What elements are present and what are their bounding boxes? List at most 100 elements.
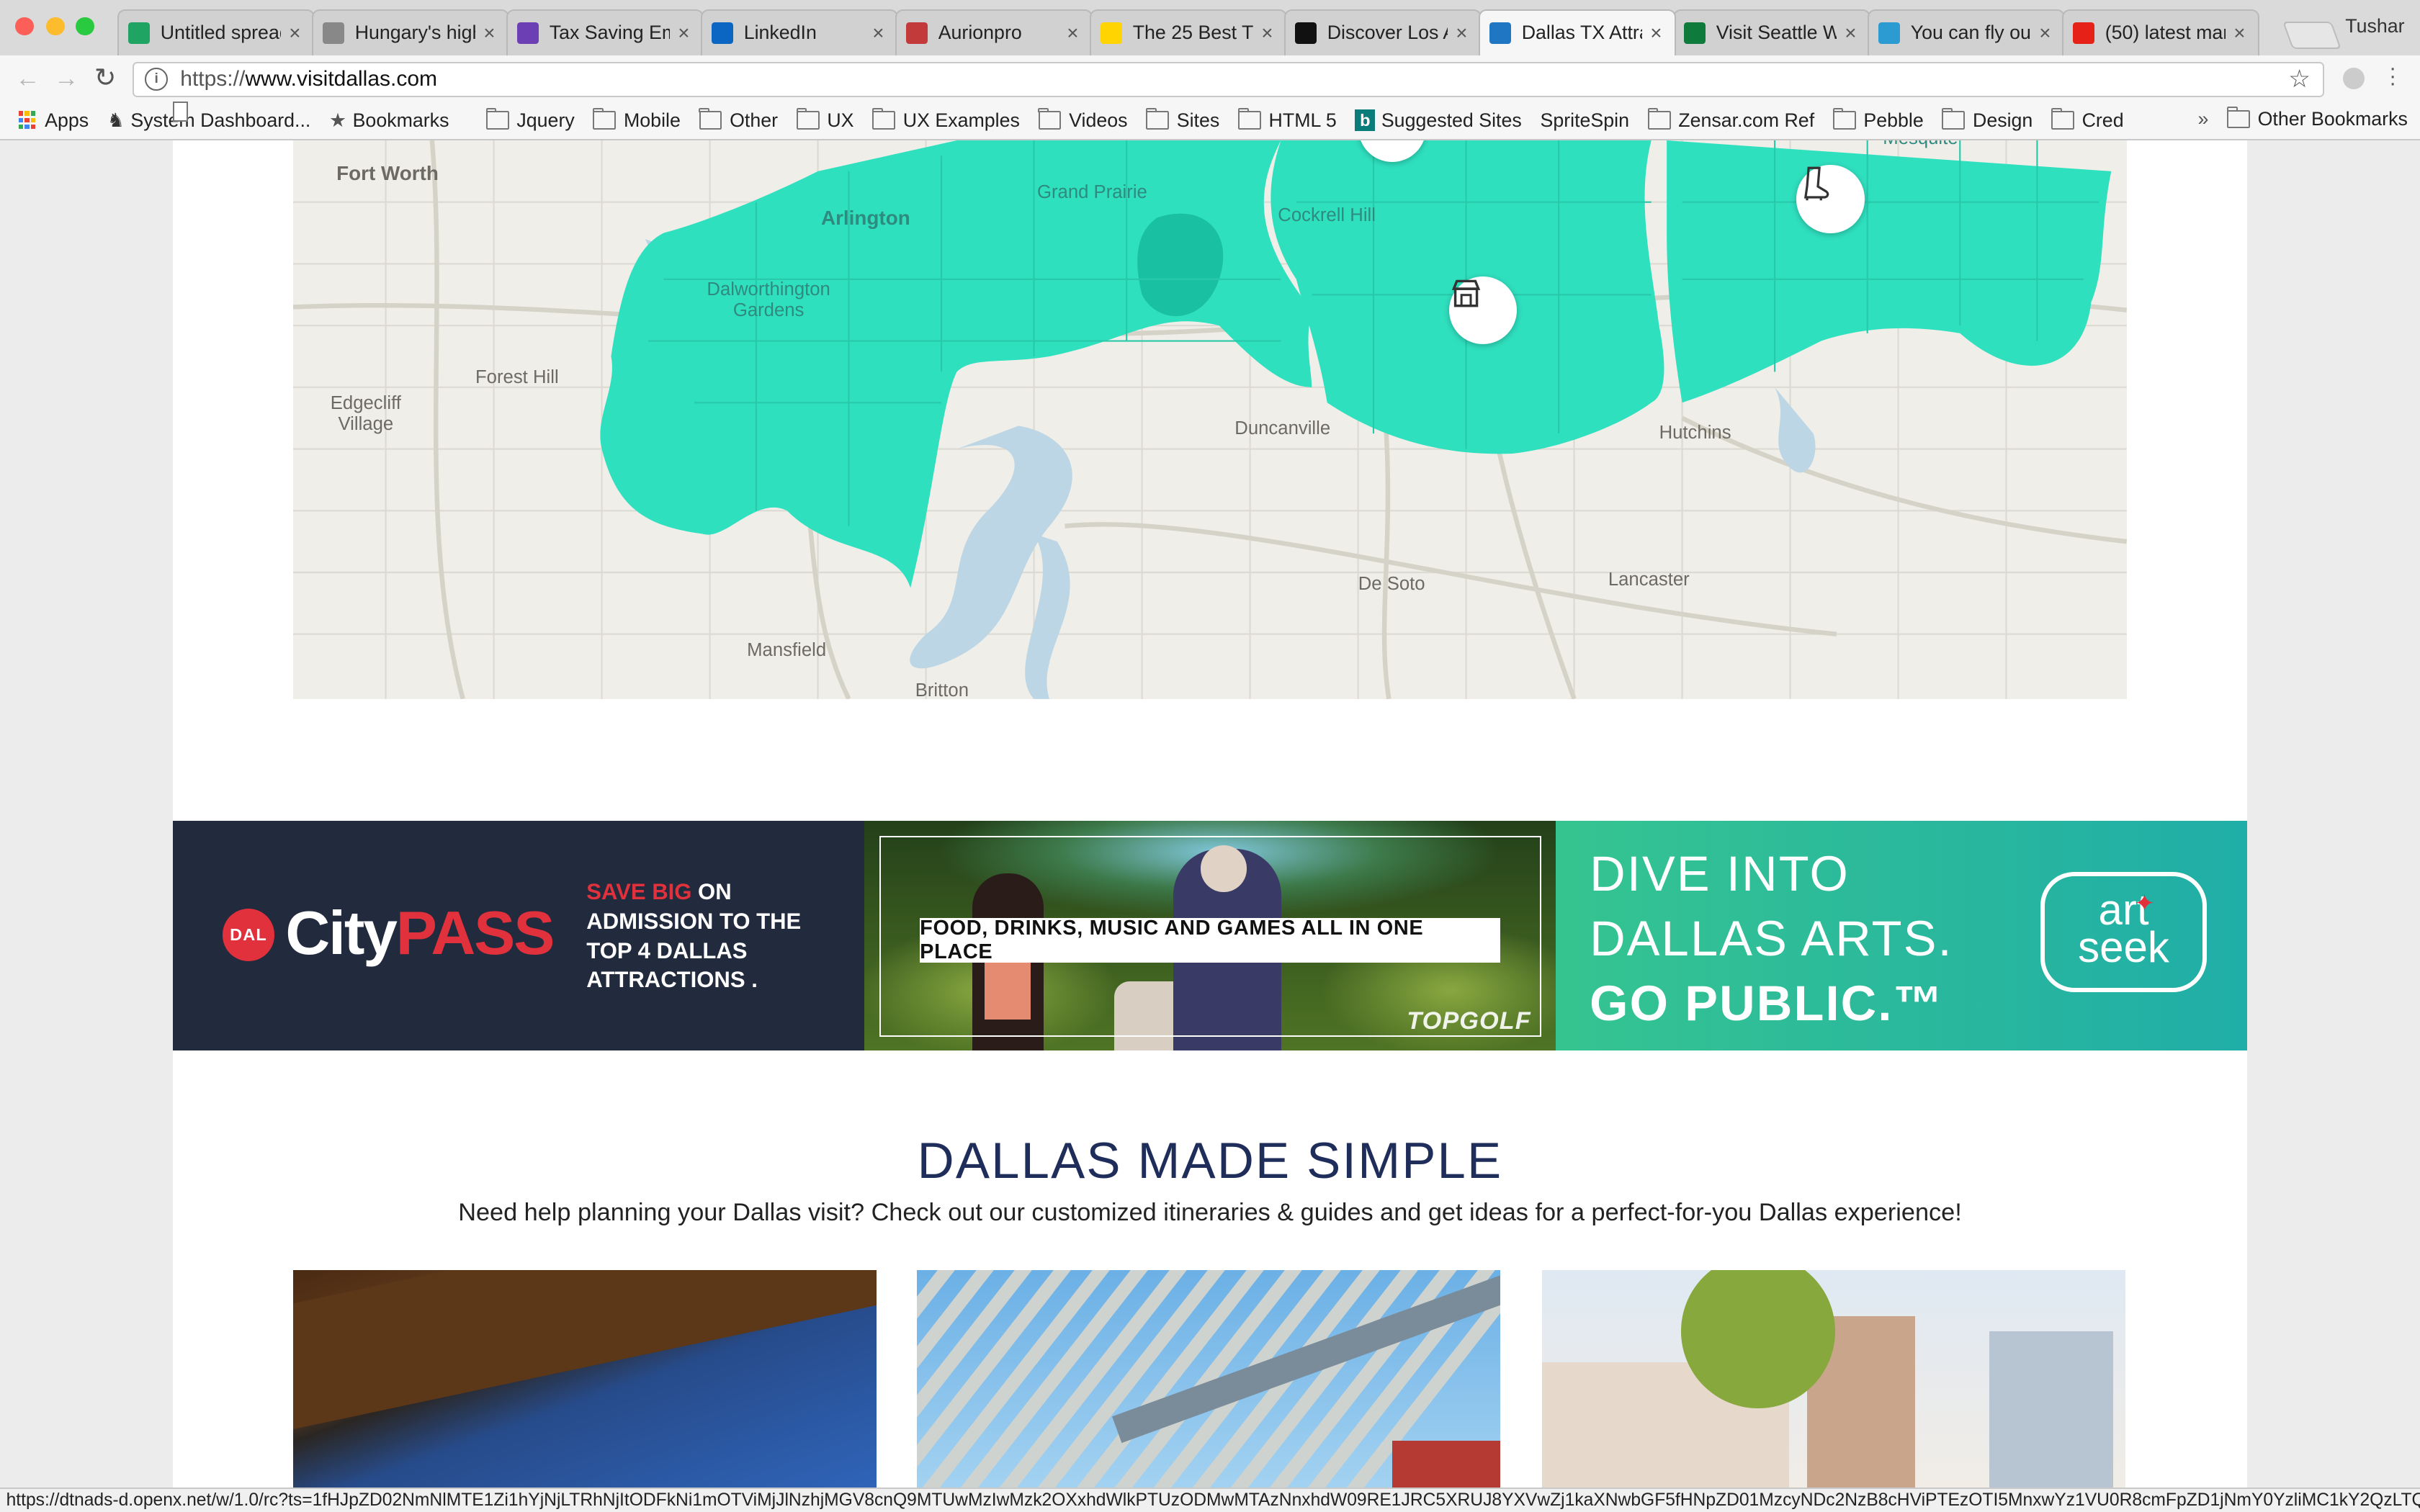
- bookmark-item[interactable]: ♞ System Dashboard...: [107, 109, 310, 132]
- tab-title: Aurionpro: [938, 22, 1022, 44]
- bookmark-label: HTML 5: [1268, 109, 1337, 131]
- map-place-label: Cockrell Hill: [1278, 205, 1376, 225]
- close-tab-icon[interactable]: ×: [2231, 22, 2249, 45]
- bookmark-item[interactable]: Mobile: [593, 108, 681, 132]
- map-place-label: Duncanville: [1234, 418, 1331, 438]
- apps-grid-icon: [18, 111, 37, 130]
- bing-icon: b: [1355, 109, 1376, 132]
- map-place-label: Fort Worth: [336, 162, 439, 184]
- browser-tab[interactable]: Tax Saving Employee×: [506, 9, 704, 56]
- folder-icon: [699, 108, 722, 130]
- browser-tab[interactable]: You can fly out ×: [1867, 9, 2066, 56]
- window-close-button[interactable]: [15, 17, 35, 36]
- shopping-marker[interactable]: [1449, 276, 1518, 344]
- new-tab-button[interactable]: [2282, 22, 2341, 50]
- itinerary-card[interactable]: [916, 1269, 1500, 1488]
- browser-tab[interactable]: Aurionpro ×: [895, 9, 1093, 56]
- page-viewport[interactable]: Fort Worth Arlington Grand Prairie Cockrell…: [0, 140, 2420, 1488]
- address-bar[interactable]: i https://www.visitdallas.com ☆: [133, 61, 2325, 97]
- folder-icon: [1038, 108, 1062, 130]
- profile-name[interactable]: Tushar: [2345, 15, 2404, 37]
- bookmark-item[interactable]: Videos: [1038, 108, 1128, 132]
- citypass-highlight: SAVE BIG: [586, 879, 692, 905]
- itinerary-card[interactable]: [293, 1269, 877, 1488]
- folder-icon: [1647, 108, 1671, 130]
- bookmark-item[interactable]: Sites: [1146, 108, 1219, 132]
- site-info-icon[interactable]: i: [145, 68, 169, 91]
- ad-banner-row: DAL CityPASS SAVE BIG ON ADMISSION TO TH…: [173, 821, 2247, 1051]
- tab-title: (50) latest marathi: [2105, 22, 2226, 44]
- tab-title: Tax Saving Employee: [549, 22, 670, 44]
- western-marker[interactable]: [1796, 165, 1865, 233]
- close-tab-icon[interactable]: ×: [2036, 22, 2055, 45]
- citypass-brand-b: PASS: [395, 899, 555, 968]
- citypass-logo: CityPASS: [285, 898, 555, 969]
- browser-tab[interactable]: Hungary's highlights×: [311, 9, 510, 56]
- bookmark-item[interactable]: Zensar.com Ref: [1647, 108, 1815, 132]
- map-place-label: Hutchins: [1659, 423, 1731, 444]
- bookmark-item[interactable]: UX Examples: [872, 108, 1020, 132]
- folder-icon: [2226, 107, 2250, 129]
- artseek-logo: ✦ art seek: [2040, 871, 2208, 992]
- forward-arrow-icon[interactable]: →: [54, 65, 79, 93]
- bookmark-item[interactable]: Pebble: [1832, 108, 1924, 132]
- bookmark-item[interactable]: SpriteSpin: [173, 102, 1629, 132]
- tab-title: Untitled spreadsheet: [160, 22, 281, 44]
- folder-icon: [1942, 108, 1966, 130]
- page-content: Fort Worth Arlington Grand Prairie Cockrell…: [173, 140, 2247, 1488]
- bookmarks-bar: Apps ♞ System Dashboard... ★ Bookmarks Jquery…: [0, 102, 2420, 140]
- folder-icon: [593, 108, 617, 130]
- tab-title: Dallas TX Attractions: [1521, 22, 1642, 44]
- close-tab-icon[interactable]: ×: [675, 22, 694, 45]
- back-arrow-icon[interactable]: ←: [15, 65, 40, 93]
- extension-icon[interactable]: [2342, 68, 2365, 90]
- bookmark-item[interactable]: Jquery: [485, 108, 575, 132]
- visitdallas-icon: [1489, 22, 1511, 44]
- window-maximize-button[interactable]: [76, 17, 94, 36]
- close-tab-icon[interactable]: ×: [1258, 22, 1277, 45]
- bookmark-label: Suggested Sites: [1381, 109, 1522, 131]
- topgolf-ad[interactable]: FOOD, DRINKS, MUSIC AND GAMES ALL IN ONE…: [864, 821, 1556, 1051]
- topgolf-logo: TOPGOLF: [1407, 1007, 1531, 1035]
- bookmark-item[interactable]: Apps: [18, 109, 89, 132]
- browser-tab[interactable]: Dallas TX Attractions×: [1478, 9, 1677, 56]
- citypass-ad[interactable]: DAL CityPASS SAVE BIG ON ADMISSION TO TH…: [173, 821, 864, 1051]
- browser-tab[interactable]: Untitled spreadsheet×: [117, 9, 315, 56]
- browser-tab[interactable]: Visit Seattle WA×: [1672, 9, 1871, 56]
- close-tab-icon[interactable]: ×: [286, 22, 305, 45]
- browser-tab[interactable]: Discover Los Angeles×: [1283, 9, 1482, 56]
- bookmark-item[interactable]: Other: [699, 108, 778, 132]
- itinerary-card[interactable]: [1541, 1269, 2125, 1488]
- other-bookmarks-folder[interactable]: Other Bookmarks: [2226, 107, 2408, 130]
- artseek-ad[interactable]: DIVE INTO DALLAS ARTS. GO PUBLIC.™ ✦ art…: [1556, 821, 2247, 1051]
- close-tab-icon[interactable]: ×: [1647, 22, 1666, 45]
- window-minimize-button[interactable]: [46, 17, 65, 36]
- browser-tab[interactable]: (50) latest marathi×: [2061, 9, 2260, 56]
- bookmark-label: Cred: [2081, 109, 2124, 131]
- tab-title: You can fly out: [1910, 22, 2032, 44]
- reload-icon[interactable]: ↻: [94, 62, 117, 93]
- close-tab-icon[interactable]: ×: [1842, 22, 1860, 45]
- sheets-icon: [127, 22, 150, 44]
- map-place-label: Lancaster: [1608, 569, 1690, 590]
- bookmark-item[interactable]: ★ Bookmarks: [329, 109, 449, 132]
- browser-tab[interactable]: The 25 Best Things×: [1089, 9, 1288, 56]
- bookmark-item[interactable]: b Suggested Sites: [1355, 109, 1522, 132]
- page-icon: [173, 102, 189, 122]
- close-tab-icon[interactable]: ×: [1453, 22, 1471, 45]
- bookmark-item[interactable]: Design: [1942, 108, 2033, 132]
- close-tab-icon[interactable]: ×: [1064, 22, 1083, 45]
- bookmarks-overflow-button[interactable]: »: [2197, 108, 2208, 130]
- close-tab-icon[interactable]: ×: [869, 22, 888, 45]
- bookmark-star-icon[interactable]: ☆: [2288, 65, 2311, 94]
- close-tab-icon[interactable]: ×: [480, 22, 499, 45]
- bookmark-label: Zensar.com Ref: [1678, 109, 1815, 131]
- neighborhood-map[interactable]: Fort Worth Arlington Grand Prairie Cockrell…: [293, 140, 2127, 699]
- other-bookmarks-label: Other Bookmarks: [2257, 107, 2408, 130]
- browser-tab[interactable]: LinkedIn ×: [700, 9, 899, 56]
- bookmark-item[interactable]: UX: [796, 108, 854, 132]
- folder-icon: [2051, 108, 2074, 130]
- browser-menu-icon[interactable]: · · ·: [2389, 57, 2396, 94]
- bookmark-item[interactable]: HTML 5: [1237, 108, 1337, 132]
- bookmark-item[interactable]: Cred: [2051, 108, 2124, 132]
